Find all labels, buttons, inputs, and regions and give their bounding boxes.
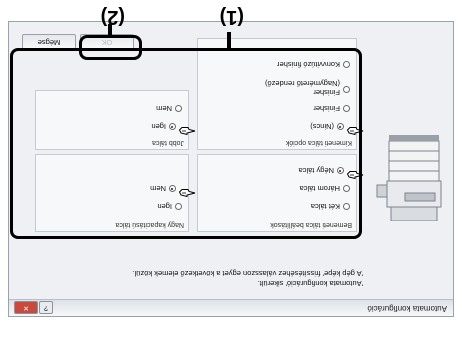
instruction-line-1: 'Automata konfiguráció' sikerült. [257,279,363,288]
callout-marker-2: (2) [100,6,125,28]
printer-output-slot [404,192,436,202]
printer-tray-2 [388,160,440,172]
printer-base [389,135,439,141]
close-button[interactable]: ✕ [14,301,38,314]
callout-ok-button [79,35,142,60]
callout-options-area [10,48,362,239]
printer-tray-1 [388,170,440,182]
callout-leader-1 [227,32,231,48]
instruction-text: 'Automata konfiguráció' sikerült. 'A gép… [63,268,364,288]
printer-tray-4 [388,140,440,152]
printer-scanner [390,206,438,221]
printer-tray-3 [388,150,440,162]
title-bar: Automata konfiguráció ? ✕ [9,299,453,316]
printer-right-tray [376,184,388,198]
instruction-line-2: 'A gép képe' frissítéséhez válasszon egy… [132,269,364,278]
callout-marker-1: (1) [219,6,244,28]
help-button[interactable]: ? [39,301,53,314]
window-title: Automata konfiguráció [367,304,447,313]
printer-image [376,135,442,221]
